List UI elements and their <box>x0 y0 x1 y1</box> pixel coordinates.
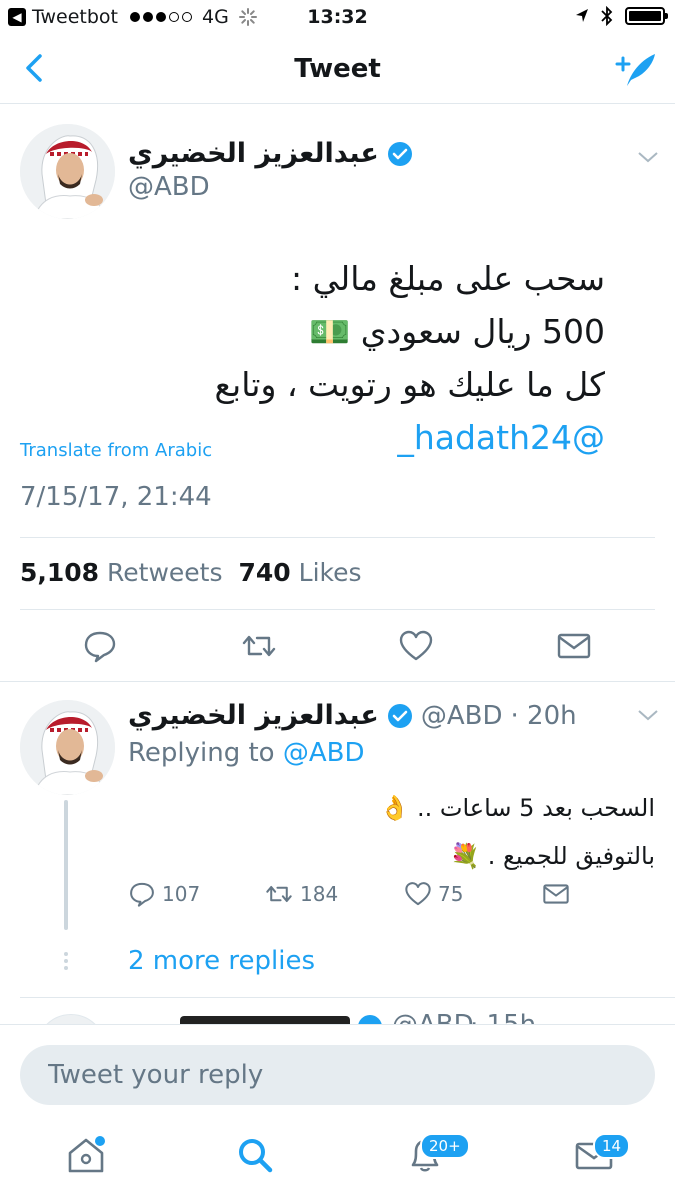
chevron-down-icon[interactable] <box>637 150 659 164</box>
notifications-badge: 20+ <box>420 1133 470 1159</box>
page-title: Tweet <box>294 54 381 84</box>
reply-input[interactable] <box>20 1045 655 1105</box>
reply-line-2: بالتوفيق للجميع . 💐 <box>450 842 655 870</box>
avatar-image <box>20 700 115 795</box>
search-icon[interactable] <box>235 1135 275 1175</box>
retweets-label: Retweets <box>107 558 223 587</box>
more-replies-link[interactable]: 2 more replies <box>128 946 315 976</box>
divider <box>20 997 675 998</box>
reply-retweet-action[interactable]: 184 <box>264 880 338 908</box>
like-count: 75 <box>438 882 464 906</box>
like-heart-icon[interactable] <box>398 628 434 664</box>
next-tweet-handle: @ABD <box>392 1010 474 1024</box>
author-handle[interactable]: @ABD <box>128 172 210 202</box>
translate-link[interactable]: Translate from Arabic <box>20 440 212 461</box>
reply-author-handle[interactable]: @ABD <box>421 701 503 731</box>
retweets-stat[interactable]: 5,108 Retweets <box>20 558 229 587</box>
home-icon[interactable] <box>66 1135 106 1175</box>
divider <box>0 681 675 682</box>
reply-author-row: عبدالعزيز الخضيري @ABD · 20h <box>128 700 577 731</box>
next-tweet-preview[interactable]: @ABD · 15h <box>0 1000 675 1024</box>
replying-to-prefix: Replying to <box>128 738 275 768</box>
reply-composer-bar: 20+ 14 <box>0 1024 675 1200</box>
next-tweet-author-name <box>180 1016 350 1024</box>
tweet-line-1: سحب على مبلغ مالي : <box>291 259 605 298</box>
reply-reply-action[interactable]: 107 <box>128 880 200 908</box>
retweet-icon <box>266 885 292 903</box>
author-name-row: عبدالعزيز الخضيري <box>128 138 413 169</box>
next-tweet-time: · 15h <box>470 1010 536 1024</box>
direct-message-icon <box>543 884 569 904</box>
tweet-line-3-text: كل ما عليك هو رتويت ، وتابع <box>214 365 605 404</box>
tweet-timestamp: 7/15/17, 21:44 <box>20 482 212 512</box>
replying-to: Replying to @ABD <box>128 738 365 768</box>
likes-label: Likes <box>298 558 362 587</box>
author-name[interactable]: عبدالعزيز الخضيري <box>128 138 379 169</box>
likes-count: 740 <box>238 558 291 587</box>
thread-line <box>64 800 68 930</box>
retweets-count: 5,108 <box>20 558 100 587</box>
location-arrow-icon <box>576 9 588 22</box>
reply-count: 107 <box>162 882 201 906</box>
bluetooth-icon <box>601 6 613 26</box>
divider <box>20 609 655 610</box>
verified-badge-icon <box>387 703 412 728</box>
tweet-stats: 5,108 Retweets 740 Likes <box>20 558 368 587</box>
likes-stat[interactable]: 740 Likes <box>239 558 368 587</box>
reply-author-avatar[interactable] <box>20 700 115 795</box>
mention-link[interactable]: @hadath24_ <box>397 418 605 457</box>
tweet-text: سحب على مبلغ مالي : 500 ريال سعودي 💵 كل … <box>15 252 605 464</box>
compose-tweet-icon[interactable] <box>613 50 657 88</box>
chevron-down-icon[interactable] <box>637 708 659 722</box>
author-avatar[interactable] <box>20 124 115 219</box>
reply-message-action[interactable] <box>542 880 570 908</box>
reply-line-1: السحب بعد 5 ساعات .. 👌 <box>379 794 655 822</box>
reply-icon <box>130 882 154 907</box>
direct-message-icon[interactable] <box>556 628 592 664</box>
clock: 13:32 <box>307 6 368 28</box>
status-bar: ◀ Tweetbot 4G 13:32 <box>0 0 675 34</box>
tweet-line-2: 500 ريال سعودي 💵 <box>309 312 605 351</box>
next-tweet-avatar <box>36 1014 106 1024</box>
avatar-image <box>20 124 115 219</box>
replying-to-mention[interactable]: @ABD <box>283 738 365 768</box>
messages-badge: 14 <box>593 1133 631 1159</box>
retweet-icon[interactable] <box>241 628 277 664</box>
like-heart-icon <box>405 882 431 906</box>
reply-like-action[interactable]: 75 <box>404 880 463 908</box>
verified-badge-icon <box>387 141 412 166</box>
reply-time: · 20h <box>510 700 577 731</box>
battery-icon <box>625 7 668 25</box>
retweet-count: 184 <box>300 882 339 906</box>
thread-more-dots-icon <box>64 952 68 970</box>
divider <box>20 537 655 538</box>
reply-author-name[interactable]: عبدالعزيز الخضيري <box>128 700 379 731</box>
navigation-bar: Tweet <box>0 34 675 104</box>
reply-text: السحب بعد 5 ساعات .. 👌 بالتوفيق للجميع .… <box>379 784 655 880</box>
reply-icon[interactable] <box>82 628 118 664</box>
verified-badge-icon <box>358 1015 382 1024</box>
